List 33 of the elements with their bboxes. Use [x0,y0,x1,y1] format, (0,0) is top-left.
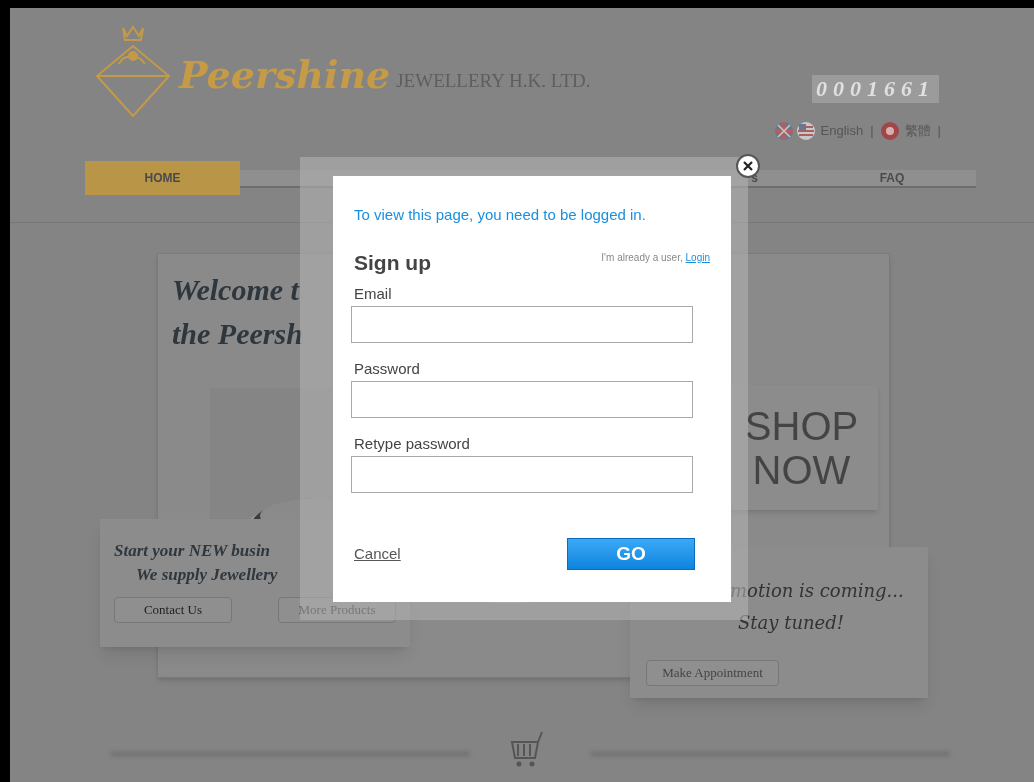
field-label: Password [353,359,421,379]
logo-icon [95,24,171,120]
shop-now-text: SHOP [744,403,859,448]
text-field[interactable] [351,456,693,493]
logo-wordmark: Peershine [179,56,391,94]
business-text: We supply Jewellery [136,564,278,586]
shop-now-text: NOW [752,447,851,492]
card-button[interactable]: Contact Us [114,597,232,623]
nav-tab[interactable]: FAQ [758,169,976,187]
business-text: Start your NEW busin [114,540,271,562]
welcome-heading: the Peersh [172,316,303,352]
flag-icon [796,121,815,140]
close-icon [743,161,753,171]
welcome-heading: Welcome t [172,272,299,308]
separator-text: | [870,122,874,140]
appointment-button[interactable]: Make Appointment [646,660,779,686]
cancel-link[interactable]: Cancel [354,542,401,566]
go-button[interactable]: GO [567,538,695,570]
promotion-text: motion is coming... [730,579,905,603]
text-field[interactable] [351,306,693,343]
promotion-text: Stay tuned! [737,611,845,635]
nav-tab[interactable]: HOME [85,161,240,195]
flag-icon [880,121,899,140]
field-label: Email [353,284,393,304]
flag-icon [774,121,793,140]
text-field[interactable] [351,381,693,418]
field-label: Retype password [353,434,471,454]
visitor-counter: 0001661 [812,75,939,103]
separator-text: | [937,122,941,140]
dialog-title: Sign up [354,249,431,276]
login-link[interactable]: Login [685,251,710,263]
login-required-message: To view this page, you need to be logged in. [353,205,647,225]
already-user-text: I'm already a user, Login [601,250,710,265]
